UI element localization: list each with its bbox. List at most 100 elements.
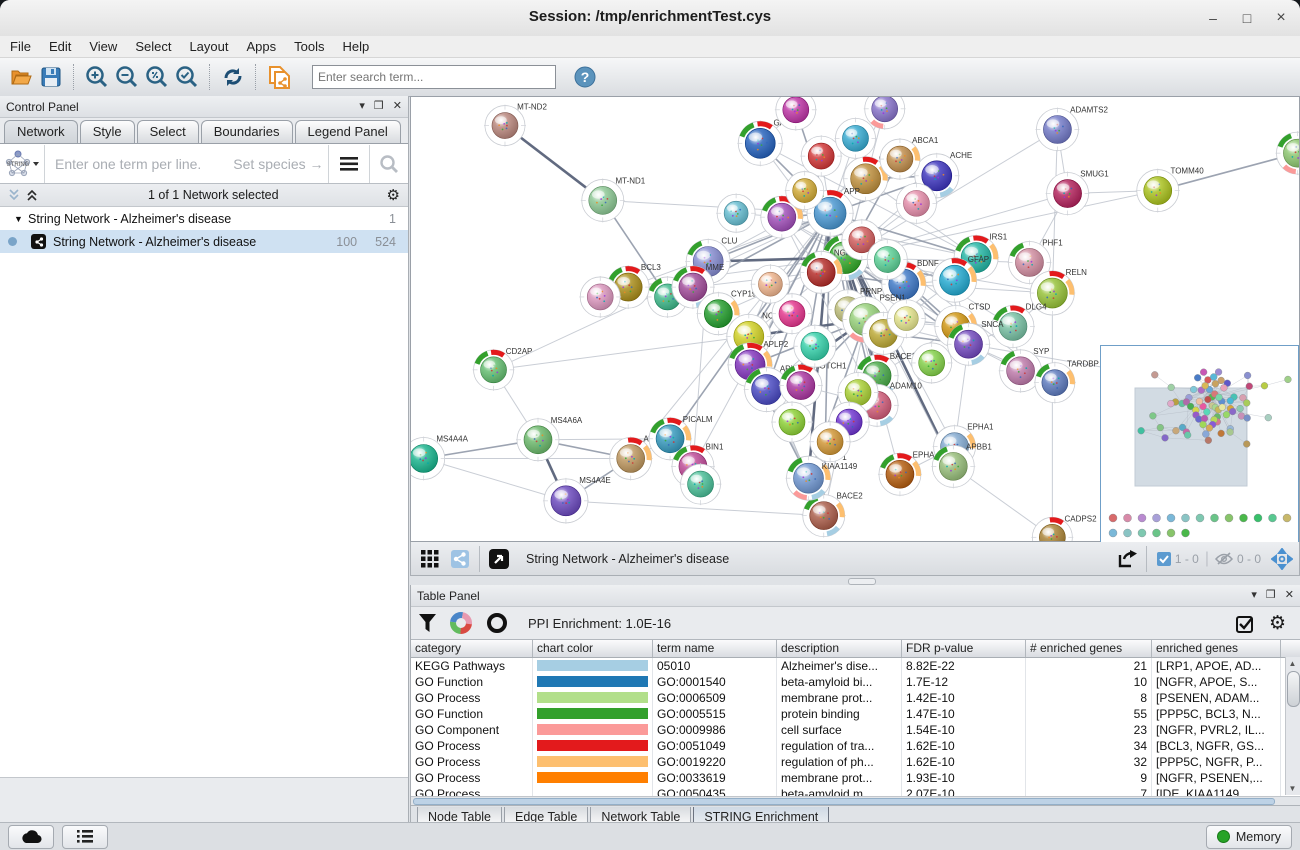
protein-node-ms4a6a[interactable]: MS4A6A (516, 416, 583, 462)
table-panel-close-icon[interactable]: ✕ (1285, 590, 1294, 601)
protein-node-adamts2[interactable]: ADAMTS2 (1035, 106, 1108, 152)
column-header-enriched-genes[interactable]: enriched genes (1152, 640, 1281, 657)
tab-legend-panel[interactable]: Legend Panel (295, 120, 401, 143)
scroll-down-icon[interactable]: ▼ (1286, 782, 1299, 795)
save-session-icon[interactable] (36, 62, 66, 92)
string-options-icon[interactable] (328, 145, 369, 183)
panel-float-icon[interactable]: ❒ (374, 101, 384, 112)
table-row[interactable]: GO ProcessGO:0051049regulation of tra...… (411, 738, 1300, 754)
menu-view[interactable]: View (89, 39, 117, 54)
protein-node-mt-nd1[interactable]: MT-ND1 (581, 176, 646, 222)
title-bar[interactable]: Session: /tmp/enrichmentTest.cys – □ × (0, 0, 1300, 37)
expand-all-icon[interactable] (26, 189, 40, 201)
table-row[interactable]: GO ProcessGO:0033619membrane prot...1.93… (411, 770, 1300, 786)
zoom-out-icon[interactable] (112, 62, 142, 92)
network-row-selected[interactable]: String Network - Alzheimer's disease 100… (0, 230, 408, 253)
help-icon[interactable]: ? (570, 62, 600, 92)
table-vertical-scrollbar[interactable]: ▲ ▼ (1285, 657, 1300, 795)
tab-select[interactable]: Select (137, 120, 199, 143)
set-species-link[interactable]: Set species → (233, 156, 323, 172)
network-from-clipboard-icon[interactable] (264, 62, 294, 92)
tab-network[interactable]: Network (4, 120, 78, 143)
cloud-icon (20, 830, 42, 844)
close-button[interactable]: × (1266, 6, 1296, 30)
open-session-icon[interactable] (6, 62, 36, 92)
ring-chart-icon[interactable] (486, 612, 508, 634)
protein-node-cadps2[interactable]: CADPS2 (1031, 514, 1097, 541)
protein-node-ms4a4e[interactable]: MS4A4E (543, 476, 611, 524)
string-logo-dropdown[interactable]: STRING (0, 145, 45, 183)
zoom-selected-icon[interactable] (172, 62, 202, 92)
open-in-window-icon[interactable] (486, 546, 512, 572)
table-row[interactable]: KEGG Pathways05010Alzheimer's dise...8.8… (411, 658, 1300, 674)
protein-node-tomm40[interactable]: TOMM40 (1136, 167, 1204, 213)
horizontal-scroll-thumb[interactable] (413, 798, 1275, 805)
share-view-icon[interactable] (447, 546, 473, 572)
column-header-chart-color[interactable]: chart color (533, 640, 653, 657)
network-options-gear-icon[interactable]: ⚙ (387, 186, 400, 204)
network-collection-row[interactable]: ▼ String Network - Alzheimer's disease 1 (0, 207, 408, 230)
table-panel-menu-icon[interactable]: ▾ (1251, 590, 1257, 601)
pie-chart-icon[interactable] (450, 612, 472, 634)
vertical-scroll-thumb[interactable] (1287, 671, 1300, 707)
column-header-category[interactable]: category (411, 640, 533, 657)
table-panel-float-icon[interactable]: ❒ (1266, 590, 1276, 601)
cloud-tasks-button[interactable] (8, 825, 54, 849)
table-row[interactable]: GO ComponentGO:0009986cell surface1.54E-… (411, 722, 1300, 738)
table-row[interactable]: GO FunctionGO:0005515protein binding1.47… (411, 706, 1300, 722)
panel-menu-icon[interactable]: ▾ (359, 101, 365, 112)
table-row[interactable]: GO ProcessGO:0019220regulation of ph...1… (411, 754, 1300, 770)
memory-button[interactable]: Memory (1206, 825, 1292, 849)
protein-node-tardbp[interactable]: TARDBP (1034, 360, 1099, 404)
table-settings-gear-icon[interactable]: ⚙ (1269, 612, 1286, 635)
string-search-icon[interactable] (369, 145, 408, 183)
collection-label: String Network - Alzheimer's disease (28, 212, 231, 226)
scroll-up-icon[interactable]: ▲ (1286, 657, 1299, 670)
collapse-all-icon[interactable] (8, 189, 22, 201)
menu-tools[interactable]: Tools (294, 39, 324, 54)
table-row[interactable]: GO ProcessGO:0006509membrane prot...1.42… (411, 690, 1300, 706)
menu-layout[interactable]: Layout (189, 39, 228, 54)
string-query-input[interactable]: Enter one term per line. Set species → (45, 156, 328, 172)
selected-checkbox-icon[interactable] (1157, 552, 1171, 566)
table-horizontal-scrollbar[interactable] (411, 796, 1300, 805)
collapse-caret-icon[interactable]: ▼ (14, 214, 28, 224)
column-header--enriched-genes[interactable]: # enriched genes (1026, 640, 1152, 657)
hidden-eye-icon[interactable] (1215, 552, 1233, 565)
panel-splitter[interactable] (410, 576, 1300, 585)
tab-style[interactable]: Style (80, 120, 135, 143)
panel-close-icon[interactable]: ✕ (393, 101, 402, 112)
protein-node-epha5[interactable]: EPHA5 (878, 450, 939, 496)
minimize-button[interactable]: – (1198, 6, 1228, 30)
grid-view-icon[interactable] (417, 546, 443, 572)
menu-help[interactable]: Help (343, 39, 370, 54)
protein-node-ms4a4a[interactable]: MS4A4A (411, 434, 469, 480)
protein-node-cd2ap[interactable]: CD2AP (473, 347, 533, 391)
menu-select[interactable]: Select (135, 39, 171, 54)
maximize-button[interactable]: □ (1232, 6, 1262, 30)
task-history-button[interactable] (62, 825, 108, 849)
filter-icon[interactable] (419, 614, 436, 632)
birdseye-toggle-icon[interactable] (1269, 546, 1295, 572)
protein-node-pvrl2[interactable]: PVRL2 (1275, 129, 1299, 175)
menu-file[interactable]: File (10, 39, 31, 54)
table-row[interactable]: GO FunctionGO:0001540beta-amyloid bi...1… (411, 674, 1300, 690)
table-row[interactable]: GO ProcessGO:0050435beta-amyloid m...2.0… (411, 786, 1300, 796)
export-network-icon[interactable] (1114, 546, 1140, 572)
protein-node-unlabeled[interactable] (911, 342, 953, 384)
protein-node-apbb1[interactable]: APBB1 (931, 442, 992, 488)
select-columns-icon[interactable] (1236, 614, 1255, 633)
column-header-fdr-p-value[interactable]: FDR p-value (902, 640, 1026, 657)
menu-apps[interactable]: Apps (247, 39, 277, 54)
birdseye-view[interactable] (1100, 345, 1299, 545)
column-header-description[interactable]: description (777, 640, 902, 657)
protein-node-unlabeled[interactable] (716, 193, 756, 233)
column-header-term-name[interactable]: term name (653, 640, 777, 657)
menu-edit[interactable]: Edit (49, 39, 71, 54)
tab-boundaries[interactable]: Boundaries (201, 120, 293, 143)
refresh-icon[interactable] (218, 62, 248, 92)
zoom-fit-icon[interactable] (142, 62, 172, 92)
protein-node-mt-nd2[interactable]: MT-ND2 (484, 103, 547, 147)
search-input[interactable] (312, 65, 556, 89)
zoom-in-icon[interactable] (82, 62, 112, 92)
